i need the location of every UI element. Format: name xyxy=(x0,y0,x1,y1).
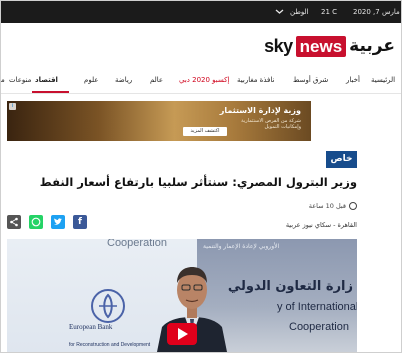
page: 2020 ,7 مارس 21 C الوطن sky news عربية ا… xyxy=(0,0,402,353)
nav-item-science[interactable]: علوم xyxy=(84,76,98,84)
chevron-down-icon[interactable] xyxy=(275,8,284,15)
logo-arabic: عربية xyxy=(349,36,395,56)
nav-item-economy[interactable]: اقتصاد xyxy=(35,76,58,84)
twitter-icon xyxy=(54,218,62,225)
weather-temp: 21 C xyxy=(321,8,338,16)
video-bg-arabic-top: الأوروبي لإعادة الإعمار والتنمية xyxy=(203,243,280,250)
nav-item-world[interactable]: عالم xyxy=(150,76,163,84)
video-bg-text-top: Cooperation xyxy=(107,239,167,249)
nav-item-expo[interactable]: إكسبو 2020 دبي xyxy=(179,76,229,84)
nav-item-variety[interactable]: منوعات xyxy=(9,76,31,84)
time-text: قبل 10 ساعة xyxy=(308,202,346,210)
video-bg-ebrd-sub: for Reconstruction and Development xyxy=(69,342,151,348)
category-tag[interactable]: خاص xyxy=(326,151,357,168)
nav-item-maghreb[interactable]: نافذة مغاربية xyxy=(237,76,274,84)
facebook-share-button[interactable]: f xyxy=(73,215,87,229)
clock-icon xyxy=(349,202,357,210)
logo-news: news xyxy=(295,35,347,57)
ad-info-icon[interactable]: i xyxy=(9,103,16,110)
nav-item-news[interactable]: أخبار xyxy=(346,76,360,84)
twitter-share-button[interactable] xyxy=(51,215,65,229)
ebrd-logo-icon xyxy=(91,289,125,323)
video-player[interactable]: Cooperation الأوروبي لإعادة الإعمار والت… xyxy=(7,239,357,352)
share-icon xyxy=(10,217,18,227)
top-bar: 2020 ,7 مارس 21 C الوطن xyxy=(1,1,401,23)
video-bg-english-big: y of International xyxy=(277,301,357,313)
video-bg-english-big2: Cooperation xyxy=(289,321,349,333)
share-button[interactable] xyxy=(7,215,21,229)
logo-sky: sky xyxy=(264,35,293,56)
nav-item-more[interactable]: مـ xyxy=(1,76,5,84)
nav-active-indicator xyxy=(32,91,69,93)
weather-city[interactable]: الوطن xyxy=(290,7,309,17)
play-icon xyxy=(178,328,188,340)
nav-item-home[interactable]: الرئيسية xyxy=(371,76,395,84)
whatsapp-share-button[interactable] xyxy=(29,215,43,229)
site-logo[interactable]: sky news عربية xyxy=(264,35,395,57)
article-time: قبل 10 ساعة xyxy=(309,202,357,210)
article-byline: القاهرة - سكاي نيوز عربية xyxy=(285,221,357,229)
play-button[interactable] xyxy=(167,323,197,345)
whatsapp-icon xyxy=(31,217,41,227)
ad-banner[interactable]: i وزبة لإدارة الاستثمار شركة من الفرص ال… xyxy=(7,101,311,141)
nav-item-middle-east[interactable]: شرق أوسط xyxy=(293,76,328,84)
article-headline: وزير البترول المصري: سنتأثر سلبيا بارتفا… xyxy=(39,175,357,189)
ad-subtitle: شركة من الفرص الاستثمارية وإمكانيات التم… xyxy=(241,118,301,130)
date-text: 2020 ,7 مارس xyxy=(353,8,400,16)
ad-cta-button[interactable]: اكتشف المزيد xyxy=(183,127,227,136)
ad-title: وزبة لإدارة الاستثمار xyxy=(219,106,301,115)
video-bg-ebrd-name: European Bank xyxy=(69,323,113,331)
nav-item-sports[interactable]: رياضة xyxy=(115,76,132,84)
video-bg-arabic-big: زارة التعاون الدولي xyxy=(227,279,353,294)
